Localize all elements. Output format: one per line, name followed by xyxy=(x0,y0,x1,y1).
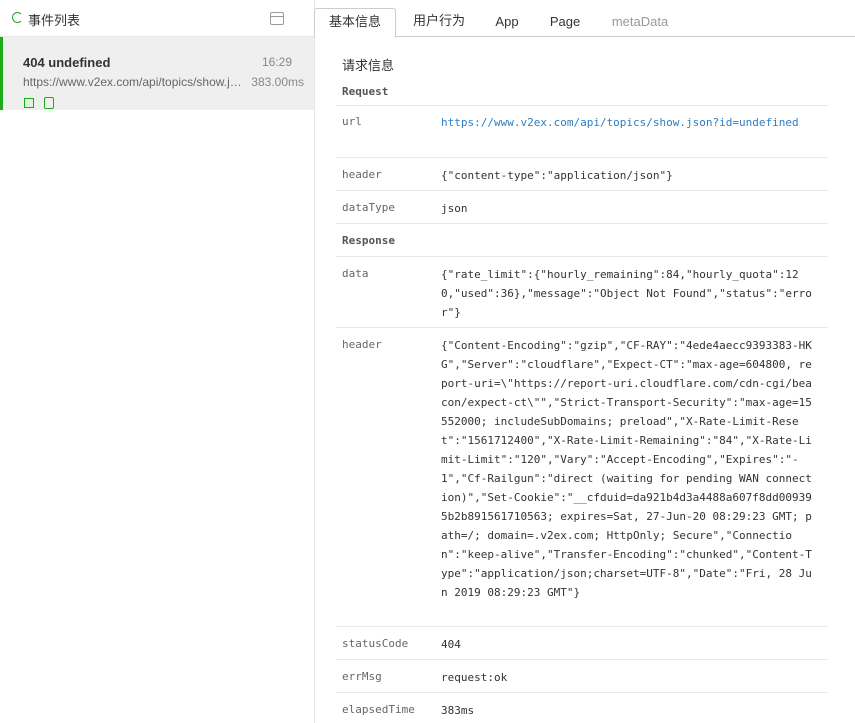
request-group-row: Request xyxy=(336,80,828,106)
request-datatype-row: dataType json xyxy=(336,191,828,224)
tab-basic-info[interactable]: 基本信息 xyxy=(314,8,396,38)
request-url-row: url https://www.v2ex.com/api/topics/show… xyxy=(336,106,828,158)
response-data-row: data {"rate_limit":{"hourly_remaining":8… xyxy=(336,257,828,328)
request-url-key: url xyxy=(342,115,362,128)
tab-app[interactable]: App xyxy=(484,8,530,37)
device-tag-icon xyxy=(44,97,54,109)
event-url: https://www.v2ex.com/api/topics/show.jso… xyxy=(23,75,243,89)
errmsg-row: errMsg request:ok xyxy=(336,660,828,693)
event-list-panel: 事件列表 404 undefined 16:29 https://www.v2e… xyxy=(0,0,315,723)
event-name: 404 undefined xyxy=(23,55,111,70)
elapsed-time-key: elapsedTime xyxy=(342,703,415,716)
response-label: Response xyxy=(342,234,395,247)
request-label: Request xyxy=(342,85,389,98)
response-data-value: {"rate_limit":{"hourly_remaining":84,"ho… xyxy=(441,268,812,319)
status-code-row: statusCode 404 xyxy=(336,627,828,660)
response-header-row: header {"Content-Encoding":"gzip","CF-RA… xyxy=(336,328,828,627)
detail-panel: 基本信息 用户行为 App Page metaData 请求信息 Request… xyxy=(314,0,855,723)
errmsg-value: request:ok xyxy=(441,671,508,684)
tab-user-behavior[interactable]: 用户行为 xyxy=(400,8,478,37)
event-list-title: 事件列表 xyxy=(28,14,81,29)
response-header-value: {"Content-Encoding":"gzip","CF-RAY":"4ed… xyxy=(441,339,812,599)
response-data-key: data xyxy=(342,267,369,280)
section-title: 请求信息 xyxy=(342,59,395,74)
request-url-value[interactable]: https://www.v2ex.com/api/topics/show.jso… xyxy=(441,113,813,132)
page-tag-icon xyxy=(24,98,34,108)
response-group-row: Response xyxy=(336,224,828,257)
event-duration: 383.00ms xyxy=(251,75,304,89)
tab-bar: 基本信息 用户行为 App Page metaData xyxy=(314,0,855,38)
event-time: 16:29 xyxy=(261,55,292,69)
request-header-key: header xyxy=(342,168,382,181)
refresh-icon[interactable] xyxy=(12,12,23,23)
request-header-row: header {"content-type":"application/json… xyxy=(336,158,828,191)
event-list-header: 事件列表 xyxy=(0,0,314,37)
request-datatype-value: json xyxy=(441,202,468,215)
elapsed-time-row: elapsedTime 383ms xyxy=(336,693,828,723)
status-code-key: statusCode xyxy=(342,637,409,650)
response-header-key: header xyxy=(342,338,382,351)
event-item[interactable]: 404 undefined 16:29 https://www.v2ex.com… xyxy=(0,37,314,110)
tab-page[interactable]: Page xyxy=(538,8,592,37)
request-datatype-key: dataType xyxy=(342,201,395,214)
calendar-icon[interactable] xyxy=(270,12,284,25)
errmsg-key: errMsg xyxy=(342,670,382,683)
status-code-value: 404 xyxy=(441,638,461,651)
elapsed-time-value: 383ms xyxy=(441,704,475,717)
tab-metadata[interactable]: metaData xyxy=(600,8,680,37)
detail-content: 请求信息 Request url https://www.v2ex.com/ap… xyxy=(316,38,855,723)
request-header-value: {"content-type":"application/json"} xyxy=(441,169,673,182)
